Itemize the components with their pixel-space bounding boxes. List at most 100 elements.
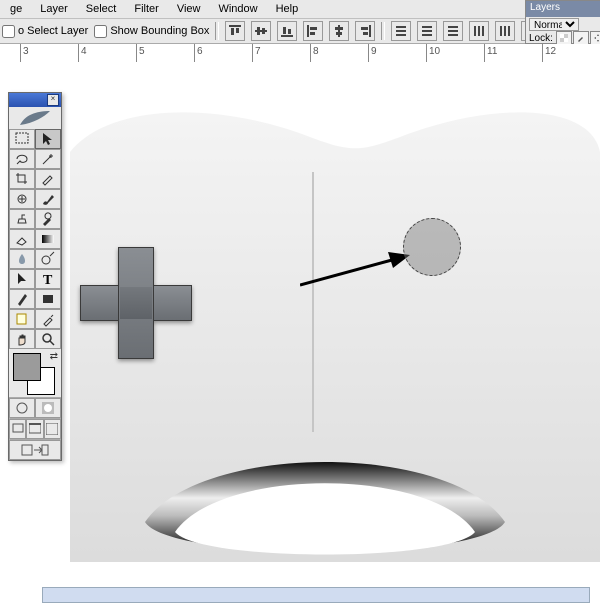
tool-brush[interactable]	[35, 189, 61, 209]
dpad-shape	[80, 247, 192, 359]
align-top-icon[interactable]	[225, 21, 245, 41]
ruler-tick	[310, 44, 311, 62]
ruler-label: 8	[313, 46, 319, 57]
tool-notes[interactable]	[9, 309, 35, 329]
tool-marquee[interactable]	[9, 129, 35, 149]
align-vcenter-icon[interactable]	[251, 21, 271, 41]
lock-icons	[556, 31, 600, 45]
close-icon[interactable]: ×	[47, 94, 59, 106]
tool-path-select[interactable]	[9, 269, 35, 289]
menu-window[interactable]: Window	[210, 1, 265, 17]
ruler-label: 7	[255, 46, 261, 57]
ruler-tick	[542, 44, 543, 62]
quickmask-mode-icon[interactable]	[35, 398, 61, 418]
menubar: ge Layer Select Filter View Window Help	[0, 0, 600, 19]
menu-image[interactable]: ge	[2, 1, 30, 17]
tool-pen[interactable]	[9, 289, 35, 309]
ruler-label: 5	[139, 46, 145, 57]
align-right-icon[interactable]	[355, 21, 375, 41]
jump-to-imageready-icon[interactable]	[9, 440, 61, 460]
distribute-left-icon[interactable]	[469, 21, 489, 41]
align-bottom-icon[interactable]	[277, 21, 297, 41]
tool-hand[interactable]	[9, 329, 35, 349]
color-wells: ⇄	[9, 349, 61, 397]
screen-mode-row	[9, 418, 61, 439]
foreground-color[interactable]	[13, 353, 41, 381]
menu-layer[interactable]: Layer	[32, 1, 76, 17]
tool-shape[interactable]	[35, 289, 61, 309]
tool-slice[interactable]	[35, 169, 61, 189]
svg-text:T: T	[43, 273, 53, 287]
swap-colors-icon[interactable]: ⇄	[50, 351, 58, 362]
menu-select[interactable]: Select	[78, 1, 125, 17]
ruler-label: 3	[23, 46, 29, 57]
show-bbox-checkbox[interactable]	[94, 25, 107, 38]
tool-history-brush[interactable]	[35, 209, 61, 229]
tool-clone-stamp[interactable]	[9, 209, 35, 229]
show-bounding-box[interactable]: Show Bounding Box	[94, 25, 209, 38]
tool-gradient[interactable]	[35, 229, 61, 249]
tool-healing-brush[interactable]	[9, 189, 35, 209]
tool-eyedropper[interactable]	[35, 309, 61, 329]
tool-eraser[interactable]	[9, 229, 35, 249]
lock-label: Lock:	[529, 33, 553, 44]
options-bar: o Select Layer Show Bounding Box	[0, 19, 600, 44]
screen-full-menu-icon[interactable]	[26, 419, 43, 439]
tool-magic-wand[interactable]	[35, 149, 61, 169]
menu-help[interactable]: Help	[268, 1, 307, 17]
ruler-label: 4	[81, 46, 87, 57]
auto-select-label: o Select Layer	[18, 25, 88, 37]
ruler-label: 12	[545, 46, 556, 57]
show-bbox-label: Show Bounding Box	[110, 25, 209, 37]
lock-transparency-icon[interactable]	[556, 31, 572, 45]
align-left-icon[interactable]	[303, 21, 323, 41]
ruler-tick	[252, 44, 253, 62]
ruler-tick	[194, 44, 195, 62]
screen-full-icon[interactable]	[44, 419, 61, 439]
ruler-label: 9	[371, 46, 377, 57]
standard-mode-icon[interactable]	[9, 398, 35, 418]
ruler-tick	[78, 44, 79, 62]
tool-crop[interactable]	[9, 169, 35, 189]
canvas[interactable]	[0, 62, 600, 602]
layers-panel: Layers Normal Lock:	[525, 0, 600, 44]
horizontal-scrollbar[interactable]	[42, 587, 590, 603]
annotation-arrow	[300, 252, 410, 290]
tool-blur[interactable]	[9, 249, 35, 269]
jump-row	[9, 439, 61, 460]
toolbox: × T ⇄	[8, 92, 62, 461]
distribute-vcenter-icon[interactable]	[417, 21, 437, 41]
auto-select-layer[interactable]: o Select Layer	[2, 25, 88, 38]
auto-select-checkbox[interactable]	[2, 25, 15, 38]
blend-mode-select[interactable]: Normal	[529, 18, 579, 31]
screen-std-icon[interactable]	[9, 419, 26, 439]
ruler-label: 11	[487, 46, 497, 57]
menu-view[interactable]: View	[169, 1, 209, 17]
horizontal-ruler: /* populated below */ 3456789101112	[0, 44, 600, 63]
distribute-top-icon[interactable]	[391, 21, 411, 41]
mask-mode-row	[9, 397, 61, 418]
distribute-bottom-icon[interactable]	[443, 21, 463, 41]
menu-filter[interactable]: Filter	[126, 1, 166, 17]
ruler-label: 6	[197, 46, 203, 57]
ruler-tick	[136, 44, 137, 62]
toolbox-titlebar[interactable]: ×	[9, 93, 61, 107]
ruler-tick	[426, 44, 427, 62]
ruler-tick	[484, 44, 485, 62]
tool-grid: T	[9, 129, 61, 349]
tool-move[interactable]	[35, 129, 61, 149]
lock-paint-icon[interactable]	[573, 31, 589, 45]
app-logo-icon	[9, 107, 61, 129]
lock-move-icon[interactable]	[590, 31, 600, 45]
ruler-label: 10	[429, 46, 440, 57]
ruler-tick	[20, 44, 21, 62]
tool-type[interactable]: T	[35, 269, 61, 289]
align-hcenter-icon[interactable]	[329, 21, 349, 41]
tool-dodge[interactable]	[35, 249, 61, 269]
distribute-hcenter-icon[interactable]	[495, 21, 515, 41]
layers-tab[interactable]: Layers	[526, 1, 600, 17]
tool-lasso[interactable]	[9, 149, 35, 169]
tool-zoom[interactable]	[35, 329, 61, 349]
separator	[381, 22, 385, 40]
marquee-selection	[403, 218, 461, 276]
